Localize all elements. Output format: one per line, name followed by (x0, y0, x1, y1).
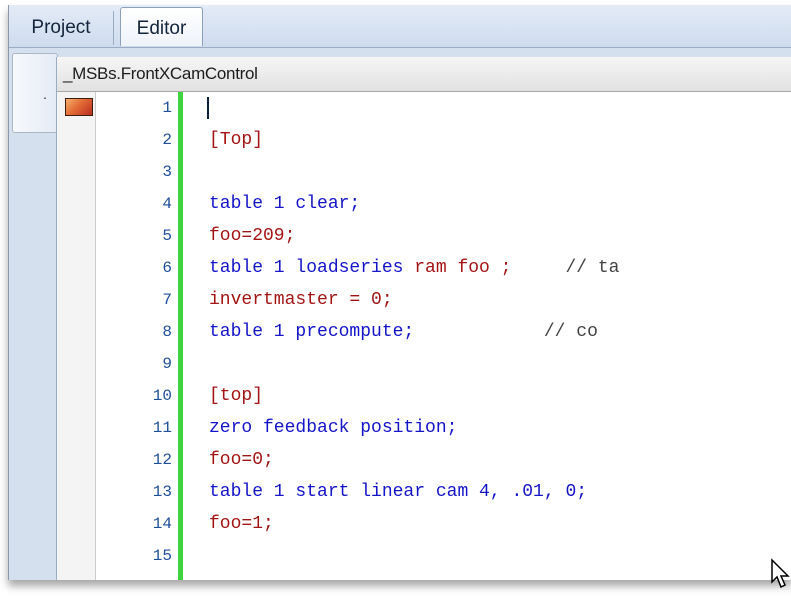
code-line[interactable] (183, 350, 791, 378)
line-number: 2 (162, 131, 172, 149)
ide-window: Project Editor . _MSBs.FrontXCamControl … (8, 5, 791, 580)
line-number-row: 13 (96, 478, 178, 506)
code-line[interactable]: invertmaster = 0; (183, 286, 791, 314)
line-number-row: 3 (96, 158, 178, 186)
panel-tab-bar: Project Editor (9, 5, 791, 48)
line-number-row: 7 (96, 286, 178, 314)
line-number: 7 (162, 291, 172, 309)
code-token: [Top] (209, 130, 264, 150)
code-token: // ta (511, 258, 620, 278)
line-number: 10 (152, 387, 172, 405)
code-line[interactable]: zero feedback position; (183, 414, 791, 442)
code-line[interactable]: foo=0; (183, 446, 791, 474)
breakpoint-gutter[interactable] (57, 92, 96, 580)
collapsed-side-panel-tab[interactable]: . (12, 53, 58, 133)
line-number: 5 (162, 227, 172, 245)
breakpoint-icon[interactable] (65, 98, 93, 116)
code-line[interactable]: foo=1; (183, 510, 791, 538)
code-line-text: foo=0; (209, 446, 274, 474)
line-number: 4 (162, 195, 172, 213)
code-token: invertmaster = 0; (209, 290, 393, 310)
code-line-text: foo=209; (209, 222, 295, 250)
line-number-row: 6 (96, 254, 178, 282)
code-token: table 1 precompute; (209, 322, 415, 342)
code-token: table 1 loadseries (209, 258, 415, 278)
code-line-text: invertmaster = 0; (209, 286, 393, 314)
line-number: 11 (152, 419, 172, 437)
code-token: table 1 clear; (209, 194, 361, 214)
code-line[interactable] (183, 158, 791, 186)
code-token: foo=0; (209, 450, 274, 470)
code-line[interactable] (183, 542, 791, 570)
line-number-row: 8 (96, 318, 178, 346)
code-line-text: table 1 precompute; // co (209, 318, 598, 346)
file-tab[interactable]: _MSBs.FrontXCamControl (57, 57, 791, 92)
line-number-row: 15 (96, 542, 178, 570)
line-number-row: 12 (96, 446, 178, 474)
line-number: 8 (162, 323, 172, 341)
line-number-row: 10 (96, 382, 178, 410)
code-token: // co (414, 322, 598, 342)
line-number: 15 (152, 547, 172, 565)
text-caret (207, 97, 209, 119)
code-line-text: foo=1; (209, 510, 274, 538)
mouse-pointer-icon (771, 558, 790, 589)
code-editor-pane: _MSBs.FrontXCamControl 1 2 3 4 5 6 7 8 9 10 11 12 13… (56, 57, 791, 580)
line-number-row: 1 (96, 94, 178, 122)
line-number-margin: 1 2 3 4 5 6 7 8 9 10 11 12 13 14 15 (96, 92, 178, 580)
code-token: [top] (209, 386, 264, 406)
line-number-row: 4 (96, 190, 178, 218)
code-line[interactable]: table 1 precompute; // co (183, 318, 791, 346)
code-line-text: [top] (209, 382, 263, 410)
tab-project[interactable]: Project (9, 11, 114, 45)
line-number-row: 5 (96, 222, 178, 250)
line-number: 1 (162, 99, 172, 117)
line-number-row: 2 (96, 126, 178, 154)
code-token: zero feedback position; (209, 418, 458, 438)
code-line[interactable]: table 1 start linear cam 4, .01, 0; (183, 478, 791, 506)
code-token: foo=209; (209, 226, 296, 246)
code-line-text: [Top] (209, 126, 263, 154)
file-tab-label: _MSBs.FrontXCamControl (63, 64, 258, 83)
code-token: foo=1; (209, 514, 274, 534)
side-tab-label: . (43, 86, 47, 102)
code-line[interactable]: [top] (183, 382, 791, 410)
code-line[interactable]: table 1 clear; (183, 190, 791, 218)
line-number-row: 14 (96, 510, 178, 538)
code-line-text: table 1 loadseries ram foo ; // ta (209, 254, 619, 282)
code-token: table 1 start linear cam 4, .01, 0; (209, 482, 588, 502)
code-line[interactable]: foo=209; (183, 222, 791, 250)
tab-editor[interactable]: Editor (120, 7, 203, 46)
code-line[interactable]: [Top] (183, 126, 791, 154)
line-number: 6 (162, 259, 172, 277)
line-number: 13 (152, 483, 172, 501)
code-line-text: zero feedback position; (209, 414, 457, 442)
code-line[interactable]: table 1 loadseries ram foo ; // ta (183, 254, 791, 282)
line-number: 14 (152, 515, 172, 533)
line-number-row: 9 (96, 350, 178, 378)
code-token: ram foo ; (414, 258, 512, 278)
code-line-text: table 1 start linear cam 4, .01, 0; (209, 478, 587, 506)
line-number: 9 (162, 355, 172, 373)
line-number: 3 (162, 163, 172, 181)
line-number: 12 (152, 451, 172, 469)
line-number-row: 11 (96, 414, 178, 442)
code-text-area[interactable]: [Top] table 1 clear; foo=209; table 1 loads… (183, 92, 791, 580)
code-line[interactable] (183, 94, 791, 122)
code-line-text: table 1 clear; (209, 190, 360, 218)
